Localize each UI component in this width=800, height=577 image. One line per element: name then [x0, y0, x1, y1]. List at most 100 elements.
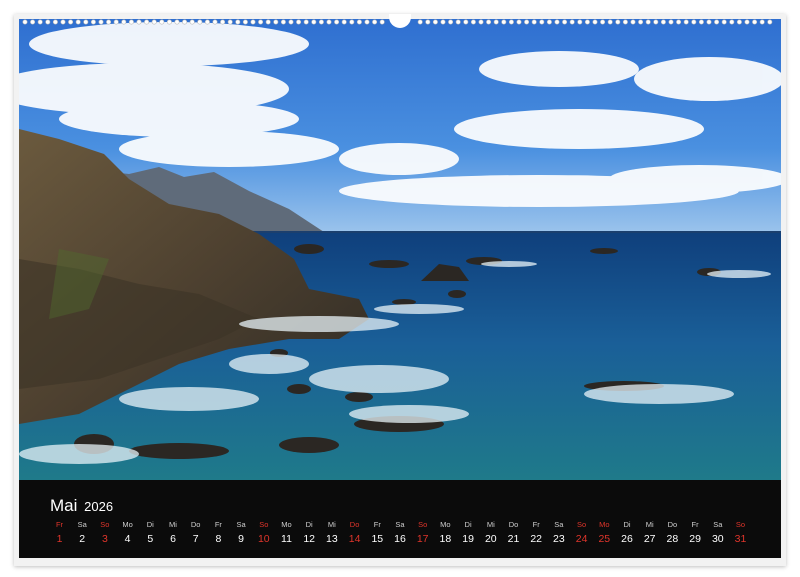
day-cell: Do 21 [502, 519, 525, 547]
binding-ring [531, 19, 537, 25]
binding-ring [554, 19, 560, 25]
binding-ring [546, 19, 552, 25]
weekday-label: Do [349, 520, 360, 529]
weekday-label: So [735, 520, 746, 529]
day-number: 4 [124, 533, 131, 545]
binding-ring [562, 19, 568, 25]
binding-ring [220, 19, 226, 25]
day-number: 31 [734, 533, 747, 545]
weekday-label: So [577, 520, 587, 529]
binding-ring [638, 19, 644, 25]
year: 2026 [84, 499, 114, 514]
day-number: 15 [371, 533, 384, 545]
binding-ring [706, 19, 712, 25]
day-cell: Di 19 [457, 519, 480, 547]
binding-ring [265, 19, 271, 25]
weekday-label: Di [305, 520, 313, 529]
weekday-label: Do [190, 520, 201, 529]
binding-ring [470, 19, 476, 25]
weekday-label: Di [146, 520, 154, 529]
day-number: 29 [689, 533, 701, 545]
binding-ring [235, 19, 241, 25]
day-number: 13 [326, 533, 338, 545]
day-number: 1 [56, 533, 63, 545]
binding-ring [197, 19, 203, 25]
binding-ring [356, 19, 362, 25]
day-number: 28 [666, 533, 679, 545]
day-number: 18 [439, 533, 452, 545]
binding-ring [166, 19, 172, 25]
day-number: 23 [553, 533, 565, 545]
binding-ring [668, 19, 674, 25]
binding-ring [729, 19, 735, 25]
binding-ring [486, 19, 492, 25]
binding-ring [683, 19, 689, 25]
day-cell: Mi 27 [638, 519, 661, 547]
day-number: 6 [170, 533, 176, 545]
binding-ring [311, 19, 317, 25]
day-cell: Mo 18 [434, 519, 457, 547]
binding-ring [539, 19, 545, 25]
day-cell: Do 7 [184, 519, 207, 547]
binding-ring [37, 19, 43, 25]
weekday-label: Mi [645, 520, 654, 529]
weekday-label: Fr [373, 520, 381, 529]
binding-ring [334, 19, 340, 25]
day-cell: So 24 [570, 519, 593, 547]
binding-ring [592, 19, 598, 25]
binding-ring [372, 19, 378, 25]
binding-ring [90, 19, 96, 25]
binding-ring [463, 19, 469, 25]
weekday-label: Fr [691, 520, 699, 529]
binding-ring [721, 19, 727, 25]
binding-ring [349, 19, 355, 25]
day-cell: Do 14 [343, 519, 366, 547]
binding-ring [144, 19, 150, 25]
weekday-label: Sa [554, 520, 564, 529]
weekday-label: Di [464, 520, 472, 529]
binding-ring [379, 19, 385, 25]
day-number: 27 [643, 533, 656, 545]
weekday-label: Fr [214, 520, 222, 529]
day-number: 10 [257, 533, 270, 545]
binding-ring [455, 19, 461, 25]
weekday-label: So [259, 520, 269, 529]
day-number: 2 [79, 533, 86, 545]
weekday-label: Mo [599, 520, 610, 529]
binding-ring [493, 19, 499, 25]
day-cell: So 17 [411, 519, 434, 547]
binding-ring [714, 19, 720, 25]
weekday-label: Di [623, 520, 631, 529]
binding-ring [676, 19, 682, 25]
binding-ring [364, 19, 370, 25]
day-cell: Fr 8 [207, 519, 230, 547]
weekday-label: Sa [395, 520, 405, 529]
month-title: Mai 2026 [50, 496, 113, 516]
day-number: 14 [348, 533, 361, 545]
weekday-label: Sa [236, 520, 246, 529]
binding-ring [83, 19, 89, 25]
binding-ring [121, 19, 127, 25]
day-cell: So 3 [93, 519, 116, 547]
weekday-label: Sa [713, 520, 723, 529]
day-cell: So 31 [729, 519, 752, 547]
day-cell: Fr 1 [48, 519, 71, 547]
binding-ring [660, 19, 666, 25]
day-cell: So 10 [252, 519, 275, 547]
binding-ring [501, 19, 507, 25]
day-number: 3 [101, 533, 108, 545]
binding-ring [22, 19, 28, 25]
binding-ring [432, 19, 438, 25]
day-number: 16 [394, 533, 406, 545]
calendar-bar: Mai 2026 Fr 1 Sa 2 So 3 Mo 4 Di 5 Mi 6 Do 7 Fr 8 Sa 9 So 10… [19, 480, 781, 558]
binding-ring [630, 19, 636, 25]
binding-ring [60, 19, 66, 25]
weekday-label: Mi [486, 520, 495, 529]
weekday-label: Do [508, 520, 519, 529]
day-cell: Mo 11 [275, 519, 298, 547]
weekday-label: Mo [122, 520, 133, 529]
binding-ring [759, 19, 765, 25]
binding-ring [752, 19, 758, 25]
binding-ring [182, 19, 188, 25]
binding-ring [273, 19, 279, 25]
